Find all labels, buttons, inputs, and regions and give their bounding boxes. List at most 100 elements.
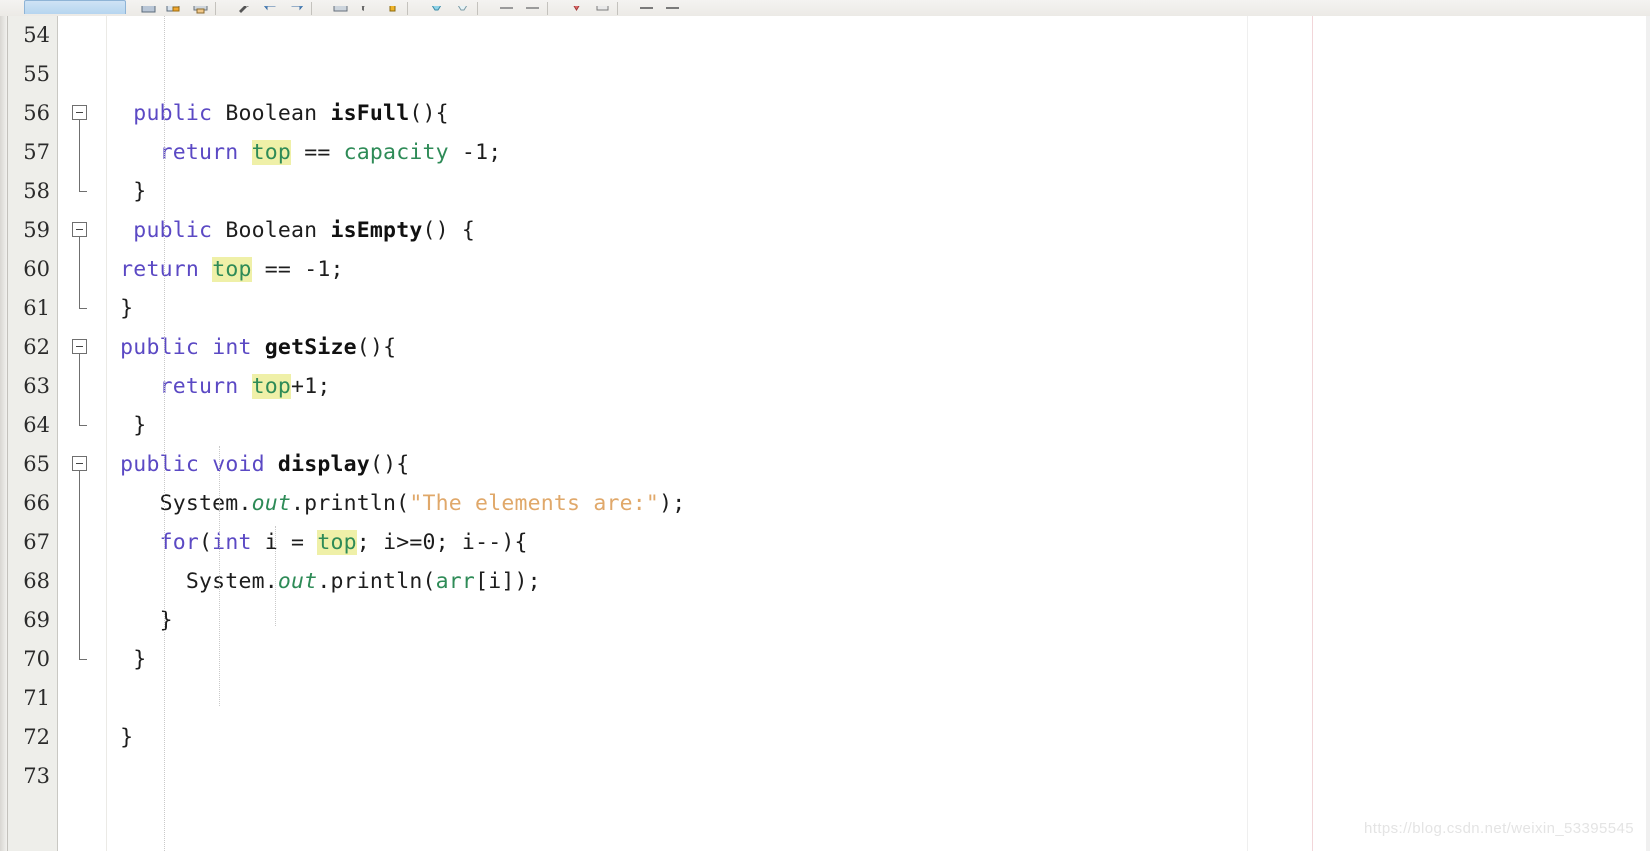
code-token: System. — [185, 569, 278, 594]
code-line[interactable]: return top == -1; — [107, 250, 1650, 289]
vertical-scrollbar[interactable] — [1646, 16, 1650, 851]
fold-row[interactable] — [58, 211, 106, 250]
code-line[interactable]: return top+1; — [107, 367, 1650, 406]
fold-row[interactable] — [58, 16, 106, 55]
fold-row[interactable] — [58, 172, 106, 211]
line-number: 69 — [23, 608, 50, 632]
next-annotation-icon[interactable] — [498, 6, 515, 15]
code-line[interactable] — [107, 679, 1650, 718]
method-name-token: isEmpty — [330, 218, 423, 243]
code-line[interactable]: } — [107, 406, 1650, 445]
fold-collapse-icon[interactable] — [72, 105, 87, 120]
fold-row[interactable] — [58, 328, 106, 367]
code-line[interactable] — [107, 757, 1650, 796]
code-line[interactable]: } — [107, 718, 1650, 757]
toolbar-group-bookmark[interactable] — [568, 6, 611, 15]
fold-collapse-icon[interactable] — [72, 339, 87, 354]
code-line[interactable]: public int getSize(){ — [107, 328, 1650, 367]
keyword-token: public — [120, 452, 200, 477]
code-token: } — [107, 296, 134, 321]
toolbar-separator — [477, 2, 478, 15]
keyword-token: return — [159, 374, 239, 399]
toolbar-separator — [407, 2, 408, 15]
fold-connector — [79, 120, 80, 133]
static-field-token: out — [277, 569, 318, 594]
code-line[interactable]: } — [107, 640, 1650, 679]
bookmark-icon[interactable] — [568, 6, 585, 15]
code-token: } — [107, 608, 173, 633]
link-editor-icon[interactable] — [638, 6, 655, 15]
fold-collapse-icon[interactable] — [72, 222, 87, 237]
code-line[interactable] — [107, 16, 1650, 55]
collapse-all-icon[interactable] — [594, 6, 611, 15]
open-type-icon[interactable] — [332, 6, 349, 15]
fold-row[interactable] — [58, 523, 106, 562]
code-token: ( — [199, 530, 213, 555]
print-icon[interactable] — [192, 6, 209, 15]
code-token: == -1; — [251, 257, 344, 282]
code-line[interactable]: public Boolean isEmpty() { — [107, 211, 1650, 250]
fold-row[interactable] — [58, 445, 106, 484]
build-icon[interactable] — [236, 6, 253, 15]
code-text-area[interactable]: public Boolean isFull(){ return top == c… — [107, 16, 1650, 851]
fold-row[interactable] — [58, 133, 106, 172]
toolbar-group-navigate[interactable] — [236, 6, 305, 15]
code-line[interactable]: System.out.println(arr[i]); — [107, 562, 1650, 601]
method-name-token: isFull — [330, 101, 410, 126]
code-line[interactable]: for(int i = top; i>=0; i--){ — [107, 523, 1650, 562]
toolbar-group-view[interactable] — [428, 6, 471, 15]
fold-row[interactable] — [58, 757, 106, 796]
toolbar-group-file[interactable] — [140, 6, 209, 15]
toolbar[interactable] — [0, 0, 1650, 17]
toolbar-group-run[interactable] — [332, 6, 401, 15]
fold-row[interactable] — [58, 562, 106, 601]
fold-row[interactable] — [58, 640, 106, 679]
code-line[interactable]: public Boolean isFull(){ — [107, 94, 1650, 133]
code-line[interactable]: System.out.println("The elements are:"); — [107, 484, 1650, 523]
fold-collapse-icon[interactable] — [72, 456, 87, 471]
code-line[interactable]: } — [107, 172, 1650, 211]
back-icon[interactable] — [262, 6, 279, 15]
forward-icon[interactable] — [288, 6, 305, 15]
fold-row[interactable] — [58, 718, 106, 757]
fold-row[interactable] — [58, 406, 106, 445]
fold-row[interactable] — [58, 601, 106, 640]
debug-icon[interactable] — [384, 6, 401, 15]
fold-row[interactable] — [58, 289, 106, 328]
code-line[interactable]: return top == capacity -1; — [107, 133, 1650, 172]
search-icon[interactable] — [358, 6, 375, 15]
fold-row[interactable] — [58, 484, 106, 523]
fold-connector — [79, 367, 80, 406]
code-line[interactable]: } — [107, 289, 1650, 328]
print-margin-ruler — [1312, 16, 1313, 851]
toolbar-group-layout[interactable] — [638, 6, 681, 15]
save-icon[interactable] — [140, 6, 157, 15]
view-menu-icon[interactable] — [664, 6, 681, 15]
previous-annotation-icon[interactable] — [524, 6, 541, 15]
run-last-icon[interactable] — [454, 6, 471, 15]
code-line[interactable]: } — [107, 601, 1650, 640]
line-number: 73 — [23, 764, 50, 788]
fold-row[interactable] — [58, 679, 106, 718]
code-line[interactable]: public void display(){ — [107, 445, 1650, 484]
run-icon[interactable] — [428, 6, 445, 15]
fold-row[interactable] — [58, 250, 106, 289]
window-frame-edge — [0, 16, 8, 851]
fold-row[interactable] — [58, 367, 106, 406]
code-token: () { — [422, 218, 476, 243]
save-all-icon[interactable] — [166, 6, 183, 15]
code-folding-column[interactable] — [58, 16, 107, 851]
code-line[interactable] — [107, 55, 1650, 94]
toolbar-group-annotations[interactable] — [498, 6, 541, 15]
editor-tab[interactable] — [24, 0, 126, 14]
fold-row[interactable] — [58, 55, 106, 94]
fold-row[interactable] — [58, 94, 106, 133]
code-token: ); — [659, 491, 686, 516]
code-token: } — [107, 647, 147, 672]
code-token: (){ — [409, 101, 449, 126]
